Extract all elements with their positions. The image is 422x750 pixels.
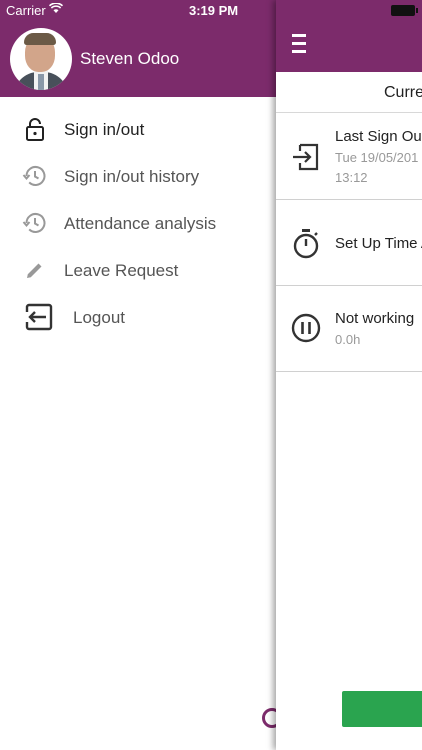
menu-item-attendance-analysis[interactable]: Attendance analysis [0,203,276,243]
not-working-card[interactable]: Not working 0.0h [276,286,422,372]
set-up-time-card[interactable]: Set Up Time A [276,200,422,286]
menu-item-label: Sign in/out [64,120,145,139]
status-bar: Carrier 3:19 PM [0,0,422,20]
wifi-icon [49,3,63,13]
menu-item-logout[interactable]: Logout [0,297,276,337]
menu-item-leave-request[interactable]: Leave Request [0,250,276,290]
user-name: Steven Odoo [80,49,180,68]
clock: 3:19 PM [189,3,239,18]
card-time: 13:12 [335,170,368,185]
navigation-drawer: Steven Odoo Sign in/out Sign in/out hist… [0,0,282,750]
avatar[interactable] [10,28,72,90]
menu-item-label: Leave Request [64,261,179,280]
card-hours: 0.0h [335,332,361,347]
menu-item-sign-in-out[interactable]: Sign in/out [0,109,276,149]
page-title: Curre [384,84,422,101]
last-sign-out-card[interactable]: Last Sign Ou Tue 19/05/201 13:12 [276,114,422,200]
carrier-label: Carrier [6,3,46,18]
menu-item-label: Logout [73,308,125,327]
card-date: Tue 19/05/201 [335,150,419,165]
main-title-bar: Curre [276,72,422,113]
lock-icon [26,118,44,141]
main-panel: Curre Last Sign Ou Tue 19/05/201 13:12 S… [276,0,422,750]
card-title: Set Up Time A [335,235,422,252]
stopwatch-icon [293,229,319,259]
action-button[interactable] [342,691,422,727]
pencil-icon [27,263,42,278]
menu-icon[interactable] [292,34,306,54]
history-icon [22,165,46,186]
history-icon [22,212,46,233]
card-title: Not working [335,310,415,327]
menu-item-history[interactable]: Sign in/out history [0,156,276,196]
battery-icon [391,5,418,16]
card-title: Last Sign Ou [335,128,422,145]
pause-icon [291,313,321,343]
logout-icon [25,303,53,331]
menu-item-label: Sign in/out history [64,167,200,186]
sign-in-arrow-icon [293,143,319,171]
menu-item-label: Attendance analysis [64,214,217,233]
